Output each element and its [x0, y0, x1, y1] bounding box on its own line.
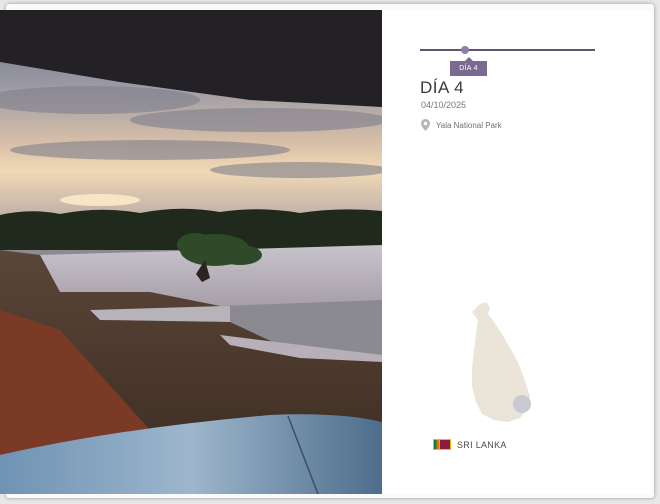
photo-book-spread: DÍA 4 DÍA 4 04/10/2025 Yala National Par… [0, 0, 660, 504]
sri-lanka-map [472, 302, 531, 422]
sri-lanka-flag-icon [433, 439, 451, 450]
day-badge: DÍA 4 [450, 57, 487, 76]
photo-illustration [0, 10, 382, 494]
page-title: DÍA 4 [420, 78, 465, 97]
timeline-marker [461, 46, 469, 54]
timeline-bar [420, 49, 595, 51]
map-pin-icon [421, 119, 430, 131]
location-name: Yala National Park [436, 120, 502, 130]
location-row: Yala National Park [421, 119, 502, 131]
country-name: SRI LANKA [457, 439, 507, 450]
safari-sunset-photo [0, 10, 382, 494]
country-row: SRI LANKA [433, 439, 507, 450]
day-date: 04/10/2025 [421, 100, 467, 110]
